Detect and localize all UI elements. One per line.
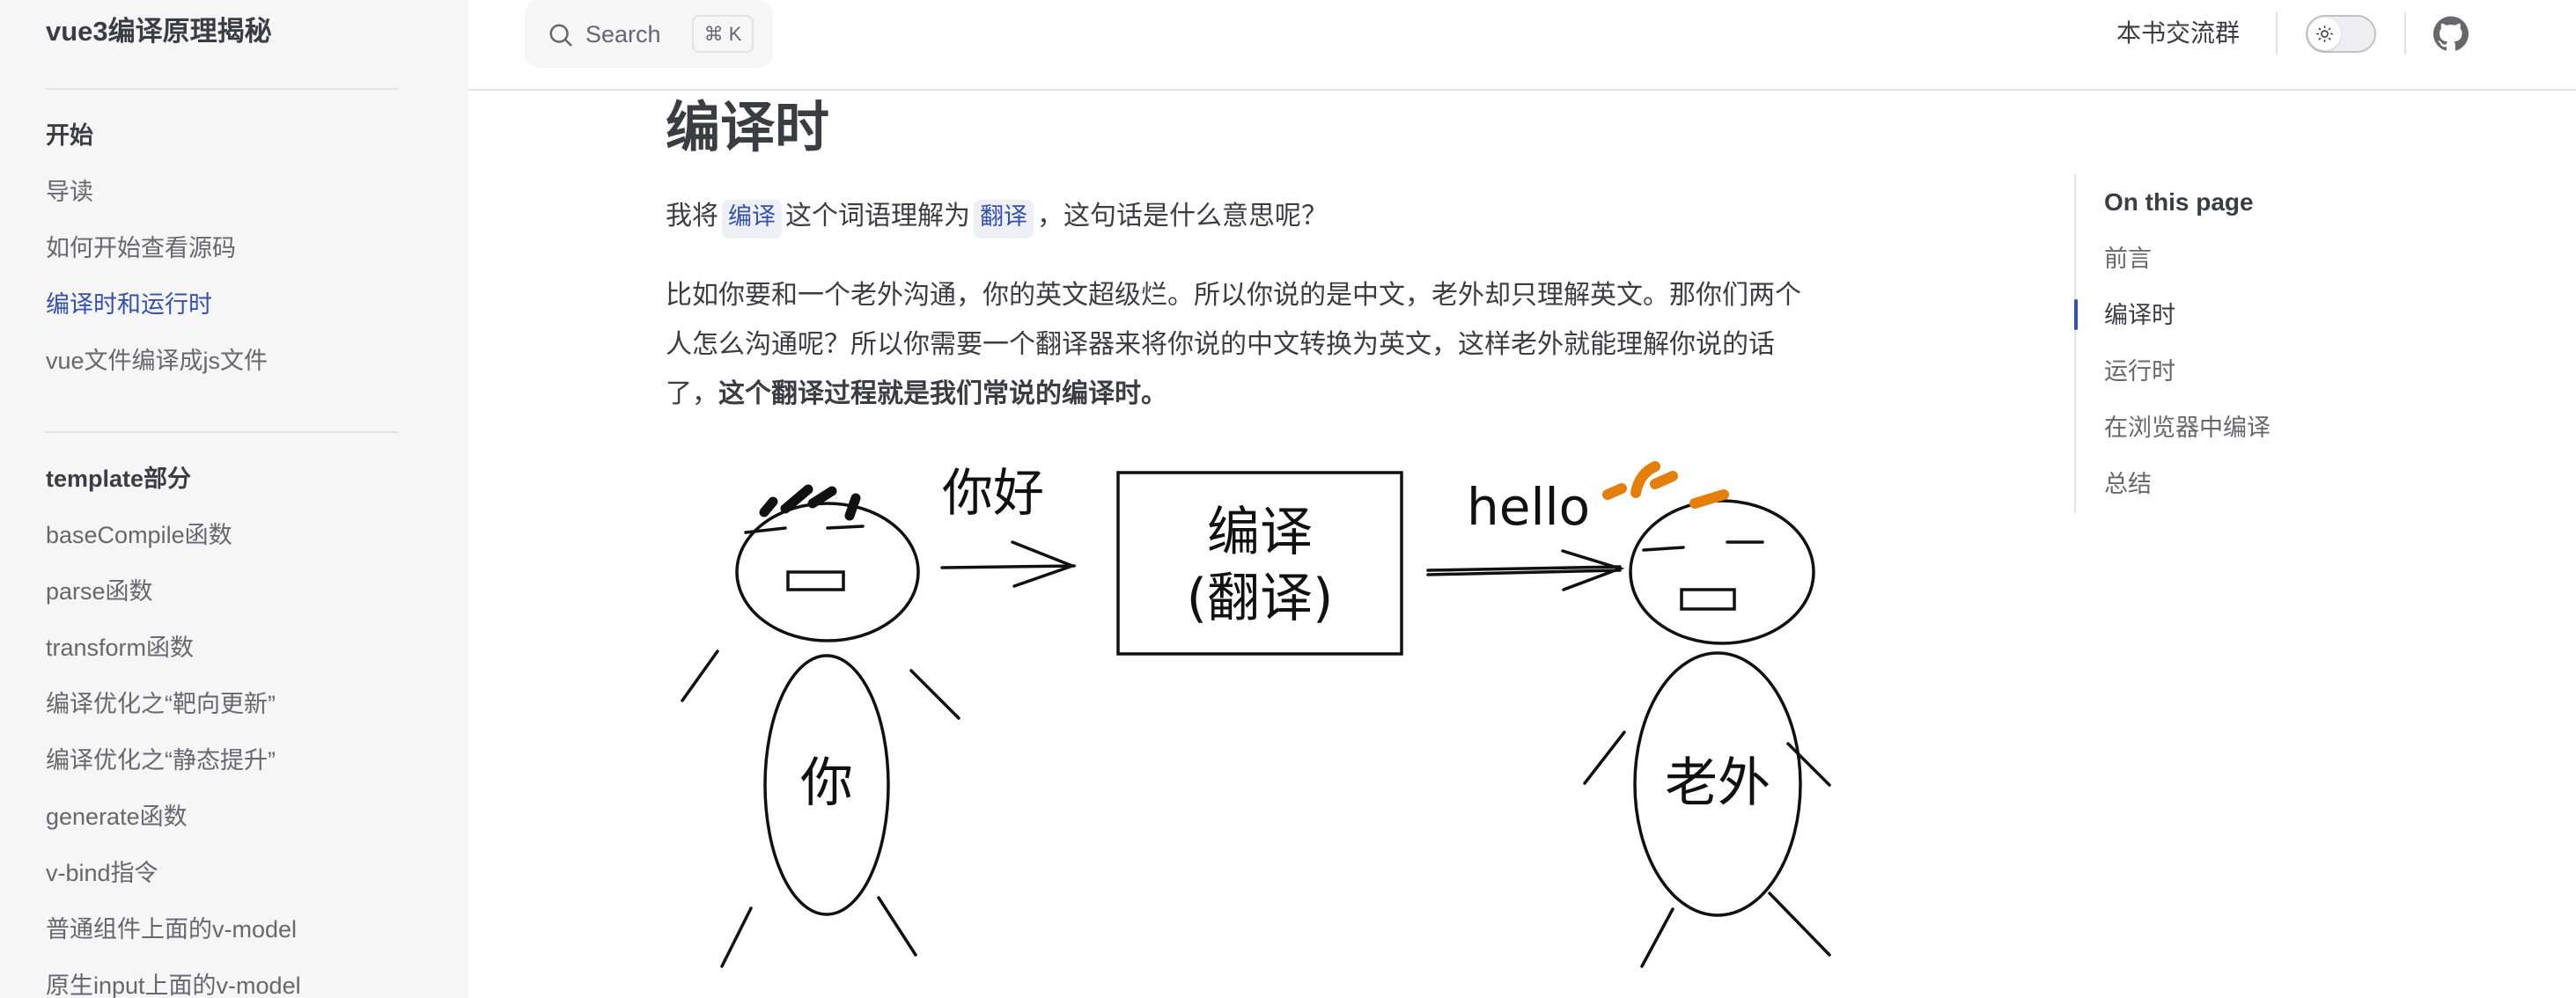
left-person-hair bbox=[759, 484, 861, 521]
inline-code-compile: 编译 bbox=[722, 200, 782, 238]
page-title: 编译时 bbox=[666, 98, 830, 158]
paragraph-example-line-1: 比如你要和一个老外沟通，你的英文超级烂。所以你说的是中文，老外却只理解英文。那你… bbox=[666, 281, 1801, 310]
left-person-leg bbox=[877, 896, 917, 957]
paragraph-example-line-2: 人怎么沟通呢？所以你需要一个翻译器来将你说的中文转换为英文，这样老外就能理解你说… bbox=[666, 330, 1775, 359]
search-icon[interactable] bbox=[548, 22, 574, 48]
right-person-hair bbox=[1602, 461, 1729, 509]
paragraph-example-line-3: 了，这个翻译过程就是我们常说的编译时。 bbox=[666, 370, 1167, 419]
right-person-leg bbox=[1768, 892, 1831, 957]
nav-divider bbox=[2276, 12, 2278, 55]
sidebar-item-basecompile[interactable]: baseCompile函数 bbox=[46, 517, 232, 553]
sidebar-group-title-start: 开始 bbox=[46, 122, 93, 149]
paragraph-text: 我将 bbox=[666, 202, 718, 231]
sidebar-item-v-bind[interactable]: v-bind指令 bbox=[46, 855, 158, 891]
toggle-knob bbox=[2308, 18, 2341, 50]
sidebar-item-component-v-model[interactable]: 普通组件上面的v-model bbox=[46, 912, 297, 947]
sidebar-item-compile-and-runtime[interactable]: 编译时和运行时 bbox=[46, 287, 212, 322]
left-person-mouth bbox=[786, 570, 845, 591]
left-person-arm bbox=[909, 669, 960, 720]
top-navbar bbox=[468, 0, 2576, 91]
toc-item-compile-in-browser[interactable]: 在浏览器中编译 bbox=[2104, 410, 2271, 445]
sidebar-item-parse[interactable]: parse函数 bbox=[46, 574, 153, 609]
github-icon[interactable] bbox=[2433, 16, 2469, 51]
sidebar-item-transform[interactable]: transform函数 bbox=[46, 630, 194, 665]
right-person-head bbox=[1629, 499, 1815, 645]
sidebar-item-guide[interactable]: 导读 bbox=[46, 174, 93, 209]
left-person-leg bbox=[720, 906, 753, 968]
left-person-arm bbox=[681, 649, 719, 702]
left-speech-text: 你好 bbox=[942, 463, 1044, 523]
left-person-eye bbox=[826, 525, 865, 530]
search-label[interactable]: Search bbox=[585, 18, 661, 51]
left-person-label: 你 bbox=[800, 752, 853, 814]
toc-active-marker bbox=[2074, 299, 2078, 330]
nav-link-group-chat[interactable]: 本书交流群 bbox=[2116, 16, 2240, 51]
sidebar-divider bbox=[46, 431, 399, 433]
paragraph-text: ，这句话是什么意思呢？ bbox=[1037, 202, 1328, 231]
toc-title: On this page bbox=[2104, 188, 2254, 216]
toc-item-summary[interactable]: 总结 bbox=[2104, 466, 2152, 502]
compile-box-line-1: 编译 bbox=[1207, 502, 1313, 563]
paragraph-text: 这个词语理解为 bbox=[785, 202, 970, 231]
search-shortcut-badge: ⌘ K bbox=[692, 15, 754, 53]
sidebar-item-how-to-read-source[interactable]: 如何开始查看源码 bbox=[46, 231, 236, 266]
sidebar: vue3编译原理揭秘 开始 导读 如何开始查看源码 编译时和运行时 vue文件编… bbox=[0, 0, 468, 998]
compile-illustration: 你好 编译 (翻译) hello 你 老外 bbox=[681, 461, 1831, 968]
right-person-label: 老外 bbox=[1665, 752, 1770, 814]
sidebar-item-input-v-model[interactable]: 原生input上面的v-model bbox=[46, 968, 301, 998]
toc-item-compile-time[interactable]: 编译时 bbox=[2104, 297, 2175, 333]
site-title[interactable]: vue3编译原理揭秘 bbox=[46, 12, 272, 51]
sidebar-item-static-hoisting[interactable]: 编译优化之“静态提升” bbox=[46, 743, 276, 778]
right-speech-text: hello bbox=[1467, 477, 1590, 537]
paragraph-intro: 我将 编译 这个词语理解为 翻译 ，这句话是什么意思呢？ bbox=[666, 192, 1328, 241]
toc-item-runtime[interactable]: 运行时 bbox=[2104, 354, 2175, 389]
left-person-eye bbox=[744, 526, 787, 534]
paragraph-text: 了， bbox=[666, 379, 718, 408]
compile-box-line-2: (翻译) bbox=[1187, 568, 1334, 629]
left-person-figure bbox=[681, 484, 960, 968]
theme-toggle[interactable] bbox=[2306, 15, 2376, 53]
right-person-eye bbox=[1642, 546, 1685, 552]
paragraph-emphasis: 这个翻译过程就是我们常说的编译时。 bbox=[718, 379, 1167, 408]
arrow-to-foreigner bbox=[1426, 549, 1625, 591]
sidebar-item-vue-to-js[interactable]: vue文件编译成js文件 bbox=[46, 343, 268, 378]
right-person-mouth bbox=[1680, 588, 1736, 611]
nav-divider bbox=[2404, 12, 2406, 55]
sidebar-item-generate[interactable]: generate函数 bbox=[46, 799, 188, 834]
right-person-arm bbox=[1786, 742, 1831, 787]
sun-icon bbox=[2316, 26, 2333, 42]
inline-code-translate: 翻译 bbox=[974, 200, 1034, 238]
right-person-arm bbox=[1583, 730, 1626, 785]
sidebar-group-title-template: template部分 bbox=[46, 466, 192, 492]
toc-item-preface[interactable]: 前言 bbox=[2104, 241, 2152, 276]
right-person-leg bbox=[1640, 907, 1674, 968]
sidebar-divider bbox=[46, 88, 399, 90]
sidebar-item-targeted-update[interactable]: 编译优化之“靶向更新” bbox=[46, 686, 276, 722]
toc-rail bbox=[2074, 174, 2076, 513]
arrow-to-compiler bbox=[940, 540, 1078, 588]
